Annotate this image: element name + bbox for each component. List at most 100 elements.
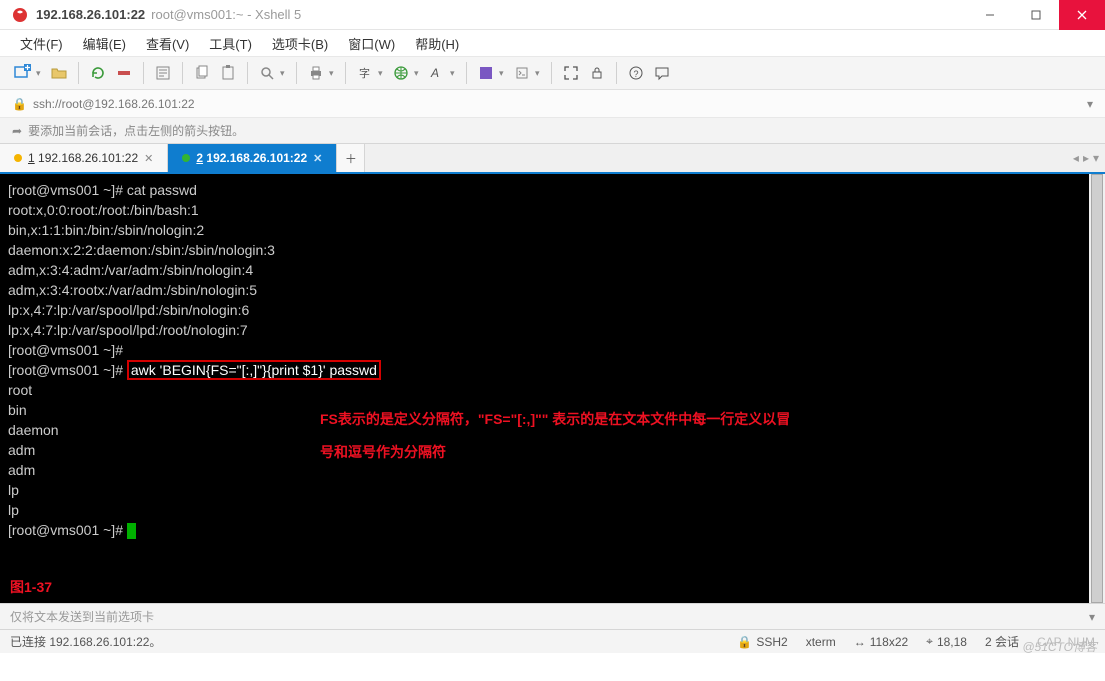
scrollbar-thumb[interactable] — [1091, 174, 1103, 603]
menu-help[interactable]: 帮助(H) — [405, 32, 469, 55]
status-connection: 已连接 192.168.26.101:22。 — [10, 633, 161, 650]
status-sessions: 2 会话 — [985, 633, 1019, 650]
annotation-text: 号和逗号作为分隔符 — [320, 442, 446, 462]
toolbar-separator — [143, 62, 144, 84]
terminal-cursor — [127, 523, 136, 539]
title-session: root@vms001:~ - Xshell 5 — [151, 7, 301, 22]
menu-tabs[interactable]: 选项卡(B) — [262, 32, 338, 55]
lock-icon[interactable] — [586, 62, 608, 84]
fullscreen-icon[interactable] — [560, 62, 582, 84]
menu-edit[interactable]: 编辑(E) — [73, 32, 136, 55]
font-icon[interactable]: A — [426, 62, 448, 84]
app-icon — [12, 7, 28, 23]
session-tab-2[interactable]: 2 192.168.26.101:22 ✕ — [168, 144, 337, 172]
window-maximize-button[interactable] — [1013, 0, 1059, 30]
window-close-button[interactable] — [1059, 0, 1105, 30]
title-bar: 192.168.26.101:22 root@vms001:~ - Xshell… — [0, 0, 1105, 30]
paste-icon[interactable] — [217, 62, 239, 84]
dropdown-icon[interactable]: ▾ — [378, 68, 386, 79]
terminal-line: lp:x,4:7:lp:/var/spool/lpd:/root/nologin… — [8, 320, 1097, 340]
terminal-line: lp — [8, 480, 1097, 500]
terminal-line: adm,x:3:4:adm:/var/adm:/sbin/nologin:4 — [8, 260, 1097, 280]
menu-tools[interactable]: 工具(T) — [199, 32, 262, 55]
compose-input-bar[interactable]: 仅将文本发送到当前选项卡 ▾ — [0, 603, 1105, 629]
dropdown-icon[interactable]: ▾ — [329, 68, 337, 79]
new-tab-button[interactable]: ＋ — [337, 144, 365, 172]
toolbar-separator — [466, 62, 467, 84]
tab-menu-icon[interactable]: ▾ — [1093, 151, 1099, 165]
annotation-text: FS表示的是定义分隔符，"FS="[:,]"" 表示的是在文本文件中每一行定义以… — [320, 409, 790, 429]
terminal-line: lp:x,4:7:lp:/var/spool/lpd:/sbin/nologin… — [8, 300, 1097, 320]
script-icon[interactable] — [511, 62, 533, 84]
status-size: ↔118x22 — [854, 635, 908, 649]
menu-file[interactable]: 文件(F) — [10, 32, 73, 55]
open-icon[interactable] — [48, 62, 70, 84]
tab-close-icon[interactable]: ✕ — [313, 152, 322, 165]
watermark: @51CTO博客 — [1022, 638, 1097, 655]
terminal-line: root — [8, 380, 1097, 400]
tab-next-icon[interactable]: ▸ — [1083, 151, 1089, 165]
hint-text: 要添加当前会话，点击左侧的箭头按钮。 — [28, 122, 244, 139]
toolbar: ▾ ▾ ▾ 字 ▾ ▾ A ▾ ▾ ▾ ? — [0, 56, 1105, 90]
feedback-icon[interactable] — [651, 62, 673, 84]
dropdown-icon[interactable]: ▾ — [280, 68, 288, 79]
session-tab-1[interactable]: 1 192.168.26.101:22 ✕ — [0, 144, 168, 172]
terminal-line: adm,x:3:4:rootx:/var/adm:/sbin/nologin:5 — [8, 280, 1097, 300]
add-session-arrow-icon[interactable]: ➦ — [12, 124, 22, 138]
menu-window[interactable]: 窗口(W) — [338, 32, 405, 55]
toolbar-separator — [182, 62, 183, 84]
print-icon[interactable] — [305, 62, 327, 84]
terminal-line: bin,x:1:1:bin:/bin:/sbin/nologin:2 — [8, 220, 1097, 240]
toolbar-separator — [247, 62, 248, 84]
tab-label: 192.168.26.101:22 — [38, 151, 138, 165]
status-dot-icon — [14, 154, 22, 162]
cursor-pos-icon: ⌖ — [926, 634, 933, 649]
size-icon: ↔ — [854, 635, 866, 649]
globe-icon[interactable] — [390, 62, 412, 84]
scrollbar[interactable] — [1089, 174, 1105, 603]
window-minimize-button[interactable] — [967, 0, 1013, 30]
reconnect-icon[interactable] — [87, 62, 109, 84]
compose-placeholder: 仅将文本发送到当前选项卡 — [10, 608, 154, 625]
tab-index: 1 — [28, 151, 35, 165]
toolbar-separator — [78, 62, 79, 84]
menu-view[interactable]: 查看(V) — [136, 32, 199, 55]
disconnect-icon[interactable] — [113, 62, 135, 84]
terminal-line: daemon:x:2:2:daemon:/sbin:/sbin/nologin:… — [8, 240, 1097, 260]
tab-prev-icon[interactable]: ◂ — [1073, 151, 1079, 165]
terminal-line: adm — [8, 460, 1097, 480]
terminal-line: [root@vms001 ~]# cat passwd — [8, 180, 1097, 200]
dropdown-icon[interactable]: ▾ — [535, 68, 543, 79]
address-text: ssh://root@192.168.26.101:22 — [33, 97, 195, 111]
new-session-icon[interactable] — [12, 62, 34, 84]
terminal-line: [root@vms001 ~]# — [8, 520, 1097, 540]
tab-close-icon[interactable]: ✕ — [144, 152, 153, 165]
dropdown-icon[interactable]: ▾ — [36, 68, 44, 79]
properties-icon[interactable] — [152, 62, 174, 84]
status-pos: ⌖18,18 — [926, 634, 967, 649]
toolbar-separator — [551, 62, 552, 84]
chevron-down-icon[interactable]: ▾ — [1087, 97, 1093, 111]
ssh-icon: 🔒 — [737, 635, 752, 649]
terminal[interactable]: [root@vms001 ~]# cat passwd root:x,0:0:r… — [0, 174, 1105, 603]
toolbar-separator — [616, 62, 617, 84]
dropdown-icon[interactable]: ▾ — [499, 68, 507, 79]
help-icon[interactable]: ? — [625, 62, 647, 84]
title-host: 192.168.26.101:22 — [36, 7, 145, 22]
terminal-line: adm — [8, 440, 1097, 460]
toolbar-separator — [296, 62, 297, 84]
svg-text:A: A — [430, 66, 439, 80]
status-protocol: 🔒SSH2 — [737, 635, 787, 649]
dropdown-icon[interactable]: ▾ — [414, 68, 422, 79]
address-bar[interactable]: 🔒 ssh://root@192.168.26.101:22 ▾ — [0, 90, 1105, 118]
status-bar: 已连接 192.168.26.101:22。 🔒SSH2 xterm ↔118x… — [0, 629, 1105, 653]
dropdown-icon[interactable]: ▾ — [450, 68, 458, 79]
encoding-icon[interactable]: 字 — [354, 62, 376, 84]
status-term: xterm — [806, 635, 836, 649]
tab-index: 2 — [196, 151, 203, 165]
copy-icon[interactable] — [191, 62, 213, 84]
chevron-down-icon[interactable]: ▾ — [1089, 610, 1095, 624]
find-icon[interactable] — [256, 62, 278, 84]
color-scheme-icon[interactable] — [475, 62, 497, 84]
svg-text:?: ? — [634, 69, 639, 79]
